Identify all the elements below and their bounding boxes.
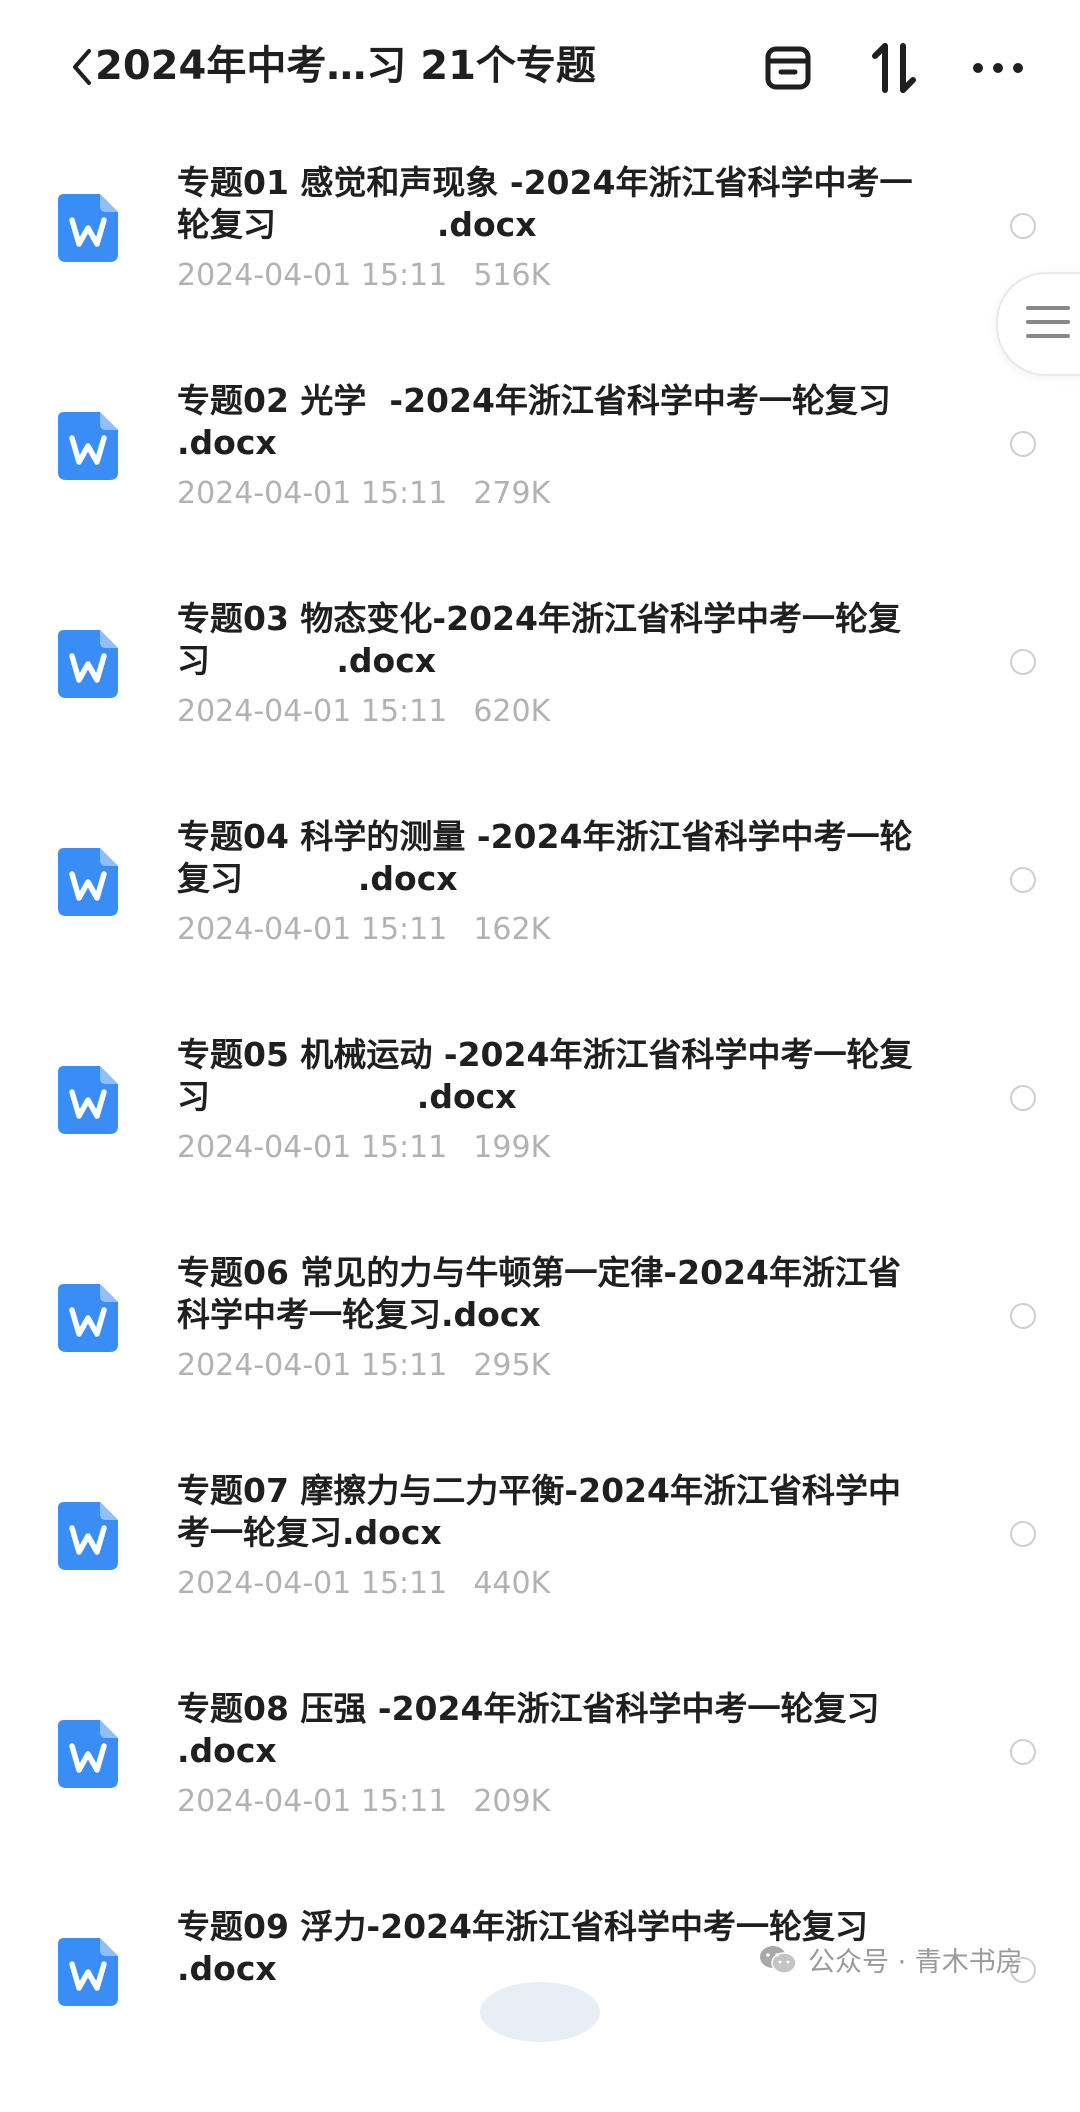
file-date: 2024-04-01 15:11 <box>177 912 448 947</box>
word-document-icon <box>58 1720 118 1788</box>
file-list-item[interactable]: 专题05 机械运动 -2024年浙江省科学中考一轮复习 .docx 2024-04… <box>0 1022 1080 1240</box>
file-name: 专题03 物态变化-2024年浙江省科学中考一轮复习 .docx <box>177 599 901 680</box>
more-button[interactable] <box>970 40 1026 96</box>
word-document-icon <box>58 1066 118 1134</box>
word-document-icon <box>58 848 118 916</box>
file-list-item[interactable]: 专题06 常见的力与牛顿第一定律-2024年浙江省科学中考一轮复习.docx 20… <box>0 1240 1080 1458</box>
file-meta: 2024-04-01 15:11 162K <box>177 912 550 947</box>
file-date: 2024-04-01 15:11 <box>177 1784 448 1819</box>
watermark-text: 公众号 · 青木书房 <box>808 1947 1023 1978</box>
file-meta: 2024-04-01 15:11 279K <box>177 476 550 511</box>
word-document-icon <box>58 412 118 480</box>
wechat-icon <box>760 1945 797 1974</box>
menu-icon-line <box>1026 334 1070 338</box>
file-date: 2024-04-01 15:11 <box>177 1566 448 1601</box>
word-document-icon <box>58 1502 118 1570</box>
word-document-icon <box>58 630 118 698</box>
file-list-item[interactable]: 专题08 压强 -2024年浙江省科学中考一轮复习 .docx 2024-04-0… <box>0 1676 1080 1894</box>
archive-button[interactable] <box>760 40 816 96</box>
select-radio[interactable] <box>1010 1085 1036 1111</box>
file-size: 295K <box>473 1348 551 1383</box>
file-date: 2024-04-01 15:11 <box>177 1130 448 1165</box>
file-meta: 2024-04-01 15:11 209K <box>177 1784 550 1819</box>
sort-icon <box>872 43 916 93</box>
page-title: 2024年中考…习 21个专题 <box>95 43 596 89</box>
file-list-item[interactable]: 专题03 物态变化-2024年浙江省科学中考一轮复习 .docx 2024-04-… <box>0 586 1080 804</box>
file-size: 440K <box>473 1566 551 1601</box>
file-size: 279K <box>473 476 551 511</box>
file-name: 专题05 机械运动 -2024年浙江省科学中考一轮复习 .docx <box>177 1035 913 1116</box>
menu-icon-line <box>1026 306 1070 310</box>
file-list-item[interactable]: 专题02 光学 -2024年浙江省科学中考一轮复习 .docx 2024-04-0… <box>0 368 1080 586</box>
file-meta: 2024-04-01 15:11 516K <box>177 258 550 293</box>
file-meta: 2024-04-01 15:11 199K <box>177 1130 550 1165</box>
file-list-item[interactable]: 专题01 感觉和声现象 -2024年浙江省科学中考一轮复习 .docx 2024-… <box>0 150 1080 368</box>
file-size: 162K <box>473 912 551 947</box>
select-radio[interactable] <box>1010 1303 1036 1329</box>
menu-icon-line <box>1026 320 1070 324</box>
file-list-item[interactable]: 专题04 科学的测量 -2024年浙江省科学中考一轮复习 .docx 2024-0… <box>0 804 1080 1022</box>
floating-button-edge[interactable] <box>480 1982 600 2042</box>
file-name: 专题02 光学 -2024年浙江省科学中考一轮复习 .docx <box>177 381 1052 462</box>
file-date: 2024-04-01 15:11 <box>177 1348 448 1383</box>
file-name: 专题08 压强 -2024年浙江省科学中考一轮复习 .docx <box>177 1689 880 1770</box>
file-name: 专题04 科学的测量 -2024年浙江省科学中考一轮复习 .docx <box>177 817 913 898</box>
file-meta <box>177 2002 203 2037</box>
select-radio[interactable] <box>1010 1521 1036 1547</box>
file-size: 516K <box>473 258 551 293</box>
file-size: 199K <box>473 1130 551 1165</box>
select-radio[interactable] <box>1010 1739 1036 1765</box>
word-document-icon <box>58 1284 118 1352</box>
header-bar: 2024年中考…习 21个专题 <box>0 0 1080 135</box>
file-meta: 2024-04-01 15:11 295K <box>177 1348 550 1383</box>
select-radio[interactable] <box>1010 867 1036 893</box>
chevron-left-icon <box>73 49 91 85</box>
select-radio[interactable] <box>1010 431 1036 457</box>
select-radio[interactable] <box>1010 213 1036 239</box>
select-radio[interactable] <box>1010 649 1036 675</box>
file-date: 2024-04-01 15:11 <box>177 258 448 293</box>
file-size: 620K <box>473 694 551 729</box>
file-date: 2024-04-01 15:11 <box>177 476 448 511</box>
file-name: 专题01 感觉和声现象 -2024年浙江省科学中考一轮复习 .docx <box>177 163 913 244</box>
sort-button[interactable] <box>866 40 922 96</box>
file-list-item[interactable]: 专题07 摩擦力与二力平衡-2024年浙江省科学中考一轮复习.docx 2024-… <box>0 1458 1080 1676</box>
archive-icon <box>765 46 811 90</box>
file-meta: 2024-04-01 15:11 440K <box>177 1566 550 1601</box>
file-name: 专题06 常见的力与牛顿第一定律-2024年浙江省科学中考一轮复习.docx <box>177 1253 901 1334</box>
watermark: 公众号 · 青木书房 <box>758 1940 1023 1979</box>
file-date: 2024-04-01 15:11 <box>177 694 448 729</box>
file-name: 专题07 摩擦力与二力平衡-2024年浙江省科学中考一轮复习.docx <box>177 1471 901 1552</box>
file-meta: 2024-04-01 15:11 620K <box>177 694 550 729</box>
word-document-icon <box>58 194 118 262</box>
word-document-icon <box>58 1938 118 2006</box>
file-size: 209K <box>473 1784 551 1819</box>
more-icon <box>973 63 1023 73</box>
